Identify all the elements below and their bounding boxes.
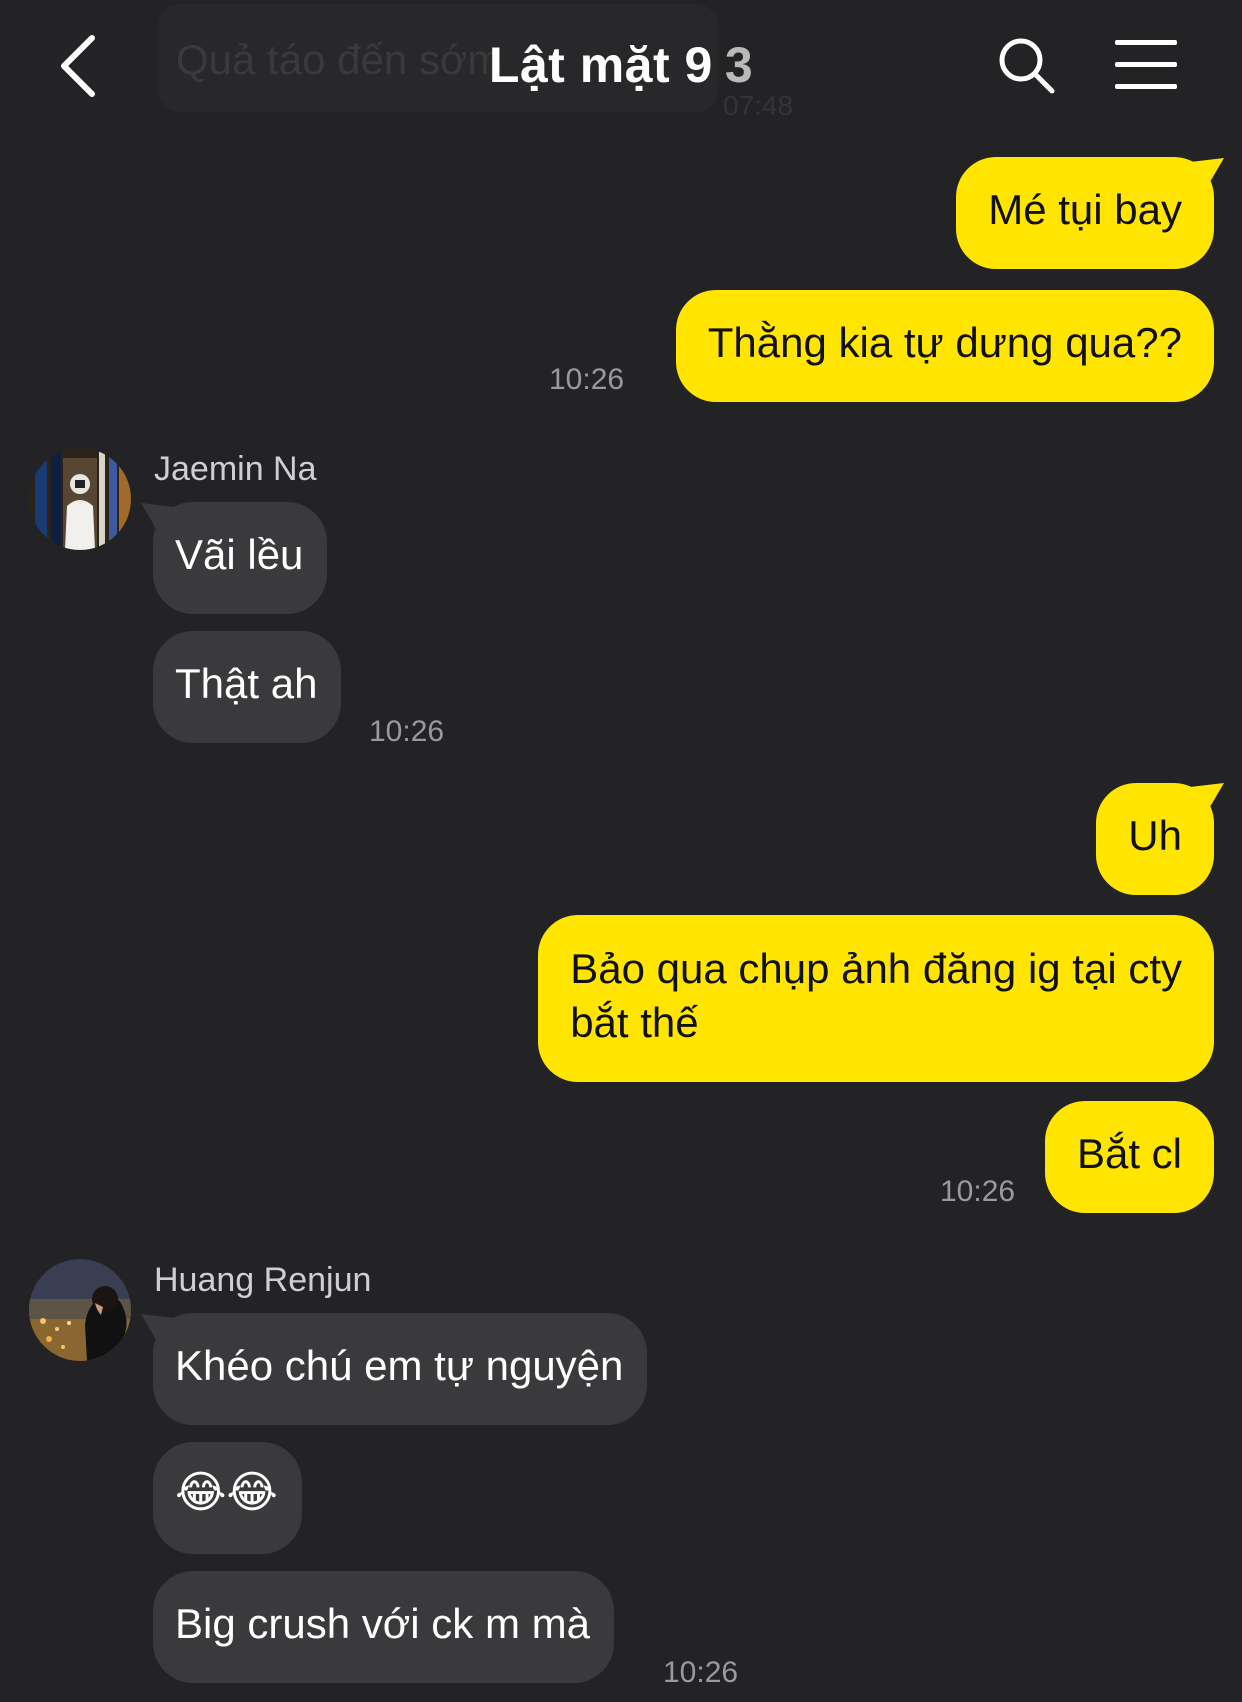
avatar-jaemin-image xyxy=(29,448,131,550)
chat-header: Quả táo đến sớm 07:48 Lật mặt 93 xyxy=(0,0,1242,140)
sender-name: Huang Renjun xyxy=(154,1261,372,1299)
search-button[interactable] xyxy=(995,34,1059,98)
message-text-line2: bắt thế xyxy=(570,999,699,1046)
hamburger-menu-icon xyxy=(1115,40,1177,89)
incoming-message[interactable]: Vãi lều xyxy=(153,502,328,614)
avatar[interactable] xyxy=(29,448,131,550)
message-time: 10:26 xyxy=(940,1175,1016,1208)
message-text: Thằng kia tự dưng qua?? xyxy=(707,319,1182,366)
incoming-message[interactable]: Thật ah xyxy=(153,631,342,743)
outgoing-message[interactable]: Thằng kia tự dưng qua?? xyxy=(675,290,1214,402)
chat-title-text: Lật mặt 9 xyxy=(488,37,713,93)
message-time: 10:26 xyxy=(549,363,625,396)
outgoing-message[interactable]: Uh xyxy=(1096,783,1214,895)
outgoing-message[interactable]: Bắt cl xyxy=(1044,1101,1214,1213)
member-count: 3 xyxy=(724,37,754,93)
message-text: Big crush với ck m mà xyxy=(175,1600,590,1647)
sender-name: Jaemin Na xyxy=(154,450,317,488)
pinned-message-time: 07:48 xyxy=(723,90,794,121)
avatar[interactable] xyxy=(29,1259,131,1361)
incoming-message[interactable]: 😂😂 xyxy=(153,1442,302,1554)
message-text: Bắt cl xyxy=(1076,1130,1182,1177)
message-text: Uh xyxy=(1128,812,1182,859)
message-text-line1: Bảo qua chụp ảnh đăng ig tại cty xyxy=(570,945,1182,992)
message-text: Mé tụi bay xyxy=(988,186,1182,233)
avatar-renjun-image xyxy=(29,1259,131,1361)
message-text: Thật ah xyxy=(175,660,318,707)
message-text: Vãi lều xyxy=(175,531,304,578)
incoming-message[interactable]: Big crush với ck m mà xyxy=(153,1571,614,1683)
message-time: 10:26 xyxy=(369,715,445,748)
menu-button[interactable] xyxy=(1113,38,1179,92)
outgoing-message[interactable]: Mé tụi bay xyxy=(956,157,1214,269)
search-icon xyxy=(999,38,1055,94)
incoming-message[interactable]: Khéo chú em tự nguyện xyxy=(153,1313,648,1425)
message-text: Khéo chú em tự nguyện xyxy=(175,1342,624,1389)
outgoing-message[interactable]: Bảo qua chụp ảnh đăng ig tại cty bắt thế xyxy=(538,915,1214,1082)
emoji-message-text: 😂😂 xyxy=(175,1467,278,1518)
message-time: 10:26 xyxy=(663,1656,739,1689)
